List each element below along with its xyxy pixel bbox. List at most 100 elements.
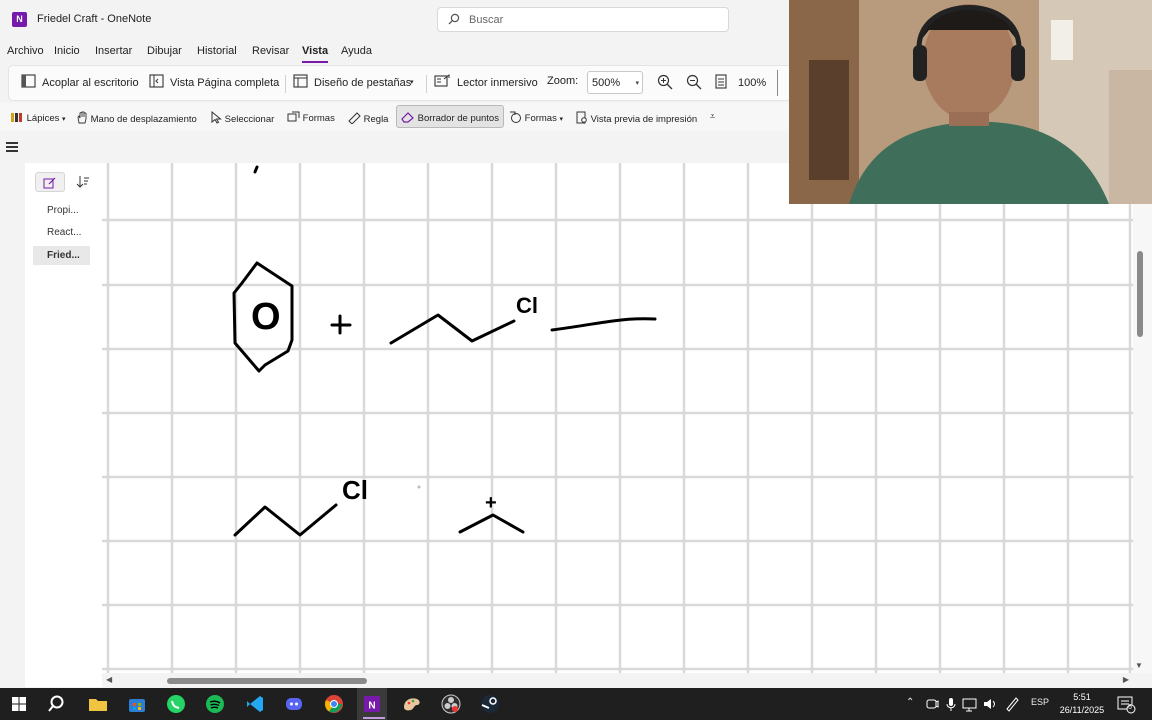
- page-item-fried[interactable]: Fried...: [33, 246, 90, 265]
- meet-now-icon[interactable]: [926, 693, 939, 715]
- webcam-person-image: [789, 0, 1152, 204]
- menu-dibujar[interactable]: Dibujar: [147, 45, 182, 57]
- notification-count: 6: [1128, 704, 1132, 711]
- shapes-button[interactable]: Formas: [287, 111, 335, 124]
- carbocation-chain-stroke: [458, 513, 525, 534]
- zoom-in-icon: [657, 74, 673, 90]
- menu-archivo[interactable]: Archivo: [7, 45, 44, 57]
- horizontal-scrollbar[interactable]: ◀ ▶: [102, 673, 1133, 688]
- spotify-icon[interactable]: [204, 693, 226, 715]
- menu-insertar[interactable]: Insertar: [95, 45, 132, 57]
- zoom-out-button[interactable]: [686, 74, 704, 93]
- menu-vista[interactable]: Vista: [302, 45, 329, 63]
- pens-icon: [11, 113, 22, 122]
- ruler-label: Regla: [363, 114, 389, 125]
- full-page-icon: [149, 74, 164, 88]
- page-icon: [715, 74, 727, 89]
- menu-ayuda[interactable]: Ayuda: [341, 45, 372, 57]
- more-commands-edge: [777, 70, 778, 96]
- system-clock[interactable]: 5:51 26/11/2025: [1058, 691, 1106, 717]
- paint-app-icon[interactable]: [401, 693, 423, 715]
- chevron-down-icon: ▾: [559, 116, 563, 123]
- menu-historial[interactable]: Historial: [197, 45, 237, 57]
- search-box[interactable]: [437, 7, 729, 32]
- separator: [285, 75, 286, 93]
- ribbon-tools: Lápices ▾ Mano de desplazamiento Selecci…: [0, 103, 790, 131]
- scroll-down-arrow-icon[interactable]: ▼: [1135, 661, 1143, 670]
- shapes-icon: [287, 111, 300, 122]
- pan-tool-button[interactable]: Mano de desplazamiento: [76, 111, 197, 125]
- navigation-menu-icon[interactable]: [6, 142, 18, 154]
- horizontal-scroll-thumb[interactable]: [167, 678, 367, 684]
- zoom-label: Zoom:: [547, 75, 579, 87]
- whatsapp-icon[interactable]: [165, 693, 187, 715]
- select-label: Seleccionar: [224, 114, 275, 125]
- pen-workspace-icon[interactable]: [1004, 693, 1020, 715]
- print-preview-icon: [576, 111, 587, 124]
- search-input[interactable]: [469, 12, 709, 28]
- pens-label: Lápices: [26, 113, 60, 124]
- vertical-scrollbar[interactable]: ▼: [1133, 163, 1152, 673]
- search-taskbar-icon[interactable]: [47, 693, 69, 715]
- propyl-chain-stroke-2: [233, 503, 338, 537]
- eraser-icon: [401, 112, 414, 123]
- zoom-select[interactable]: 500% ▾: [587, 71, 643, 94]
- ink-stroke-fragment: [253, 165, 259, 174]
- scroll-right-arrow-icon[interactable]: ▶: [1123, 675, 1129, 684]
- scroll-left-arrow-icon[interactable]: ◀: [106, 675, 112, 684]
- ink-dot: [417, 485, 421, 489]
- chevron-down-icon: ▾: [410, 79, 414, 86]
- search-icon: [448, 13, 460, 25]
- dock-label: Acoplar al escritorio: [42, 77, 139, 89]
- obs-icon[interactable]: [440, 693, 462, 715]
- sort-pages-button[interactable]: [71, 172, 101, 192]
- language-indicator[interactable]: ESP: [1031, 697, 1049, 707]
- pan-label: Mano de desplazamiento: [90, 114, 197, 125]
- network-icon[interactable]: [962, 693, 978, 715]
- overflow-chevron-icon[interactable]: ⩡: [710, 111, 715, 122]
- onenote-taskbar-icon[interactable]: N: [361, 693, 383, 715]
- shapes2-label: Formas: [524, 113, 557, 124]
- carbocation-charge-label: +: [485, 492, 497, 514]
- plus-sign-stroke: [330, 314, 352, 335]
- print-preview-button[interactable]: Vista previa de impresión: [576, 111, 697, 125]
- page-item-react[interactable]: React...: [33, 223, 90, 242]
- volume-icon[interactable]: [982, 693, 998, 715]
- ruler-button[interactable]: Regla: [348, 111, 388, 125]
- tray-overflow-chevron-icon[interactable]: ⌃: [906, 697, 914, 708]
- zoom-100-label: 100%: [738, 77, 767, 89]
- immersive-reader-icon: [434, 74, 450, 87]
- select-tool-button[interactable]: Seleccionar: [211, 110, 275, 125]
- shapes-label: Formas: [302, 113, 335, 124]
- full-page-label: Vista Página completa: [170, 77, 280, 89]
- microphone-icon[interactable]: [945, 693, 957, 715]
- shapes-dropdown-button[interactable]: Formas ▾: [509, 111, 563, 124]
- note-canvas[interactable]: O Cl Cl +: [102, 163, 1133, 673]
- menu-revisar[interactable]: Revisar: [252, 45, 289, 57]
- vertical-scroll-thumb[interactable]: [1137, 251, 1143, 337]
- pens-button[interactable]: Lápices ▾: [10, 111, 66, 124]
- steam-icon[interactable]: [479, 693, 501, 715]
- add-page-button[interactable]: [35, 172, 65, 192]
- chrome-icon[interactable]: [323, 693, 345, 715]
- notifications-icon[interactable]: [1116, 693, 1136, 715]
- webcam-overlay: [789, 0, 1152, 204]
- microsoft-store-icon[interactable]: [126, 693, 148, 715]
- vscode-icon[interactable]: [244, 693, 266, 715]
- shapes-icon: [510, 111, 521, 123]
- point-eraser-label: Borrador de puntos: [417, 113, 499, 124]
- file-explorer-icon[interactable]: [87, 693, 109, 715]
- taskbar: N ⌃ ESP 5:51 26/11/2025 6: [0, 688, 1152, 720]
- zoom-value: 500%: [592, 77, 621, 89]
- reaction-arrow-stroke: [550, 317, 657, 332]
- chevron-down-icon: ▾: [635, 80, 639, 87]
- discord-icon[interactable]: [283, 693, 305, 715]
- menu-inicio[interactable]: Inicio: [54, 45, 80, 57]
- zoom-in-button[interactable]: [657, 74, 675, 93]
- point-eraser-button[interactable]: Borrador de puntos: [396, 105, 504, 128]
- propyl-chain-stroke: [389, 313, 516, 345]
- page-item-propi[interactable]: Propi...: [33, 201, 90, 220]
- windows-start-icon[interactable]: [8, 693, 30, 715]
- chloride-label: Cl: [516, 293, 538, 318]
- window-title: Friedel Craft - OneNote: [37, 13, 152, 25]
